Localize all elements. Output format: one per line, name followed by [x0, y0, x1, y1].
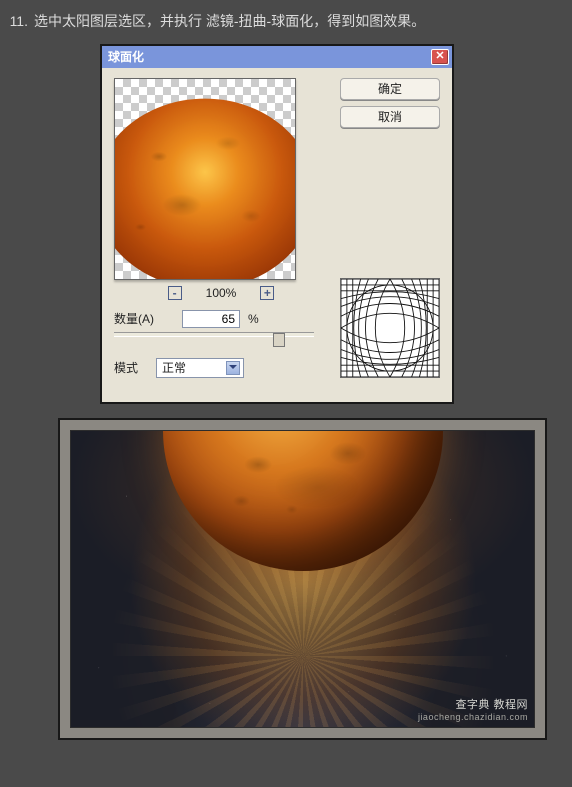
step-number: 11.: [4, 12, 28, 32]
amount-unit: %: [248, 312, 259, 326]
mode-label: 模式: [114, 359, 148, 376]
watermark-url: jiaocheng.chazidian.com: [418, 712, 528, 723]
preview-sun-image: [114, 95, 296, 280]
dialog-title-label: 球面化: [108, 48, 431, 65]
zoom-value: 100%: [206, 286, 237, 300]
plus-icon: +: [264, 287, 271, 299]
spherize-grid-preview: [340, 278, 440, 378]
zoom-out-button[interactable]: -: [168, 286, 182, 300]
result-image: 查字典 教程网 jiaocheng.chazidian.com: [70, 430, 535, 728]
chevron-down-icon: [226, 361, 240, 375]
mode-value: 正常: [162, 359, 186, 376]
slider-thumb[interactable]: [273, 333, 285, 347]
effect-preview[interactable]: [114, 78, 296, 280]
result-frame: 查字典 教程网 jiaocheng.chazidian.com: [58, 418, 547, 740]
amount-label: 数量(A): [114, 310, 174, 327]
cancel-button[interactable]: 取消: [340, 106, 440, 128]
ok-button[interactable]: 确定: [340, 78, 440, 100]
close-icon: ✕: [435, 51, 444, 62]
dialog-titlebar[interactable]: 球面化 ✕: [102, 46, 452, 68]
mode-select[interactable]: 正常: [156, 358, 244, 378]
instruction-text: 选中太阳图层选区，并执行 滤镜-扭曲-球面化，得到如图效果。: [34, 12, 562, 32]
sphere-grid-icon: [341, 279, 439, 377]
watermark-main: 查字典 教程网: [455, 699, 528, 711]
amount-slider[interactable]: [114, 326, 328, 344]
close-button[interactable]: ✕: [431, 49, 449, 65]
spherize-dialog: 球面化 ✕ - 100% + 数量(A) % 模: [100, 44, 454, 404]
watermark: 查字典 教程网 jiaocheng.chazidian.com: [418, 699, 528, 723]
minus-icon: -: [173, 287, 177, 299]
zoom-in-button[interactable]: +: [260, 286, 274, 300]
